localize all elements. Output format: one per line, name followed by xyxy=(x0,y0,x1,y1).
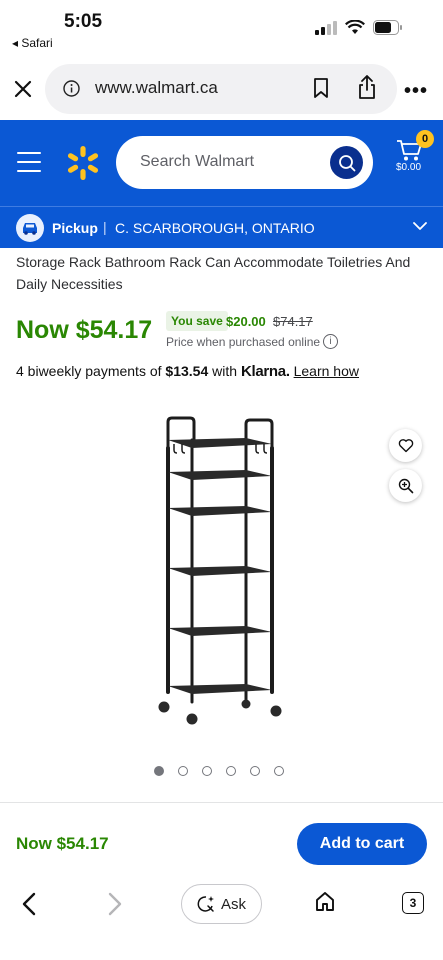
carousel-dot[interactable] xyxy=(274,766,284,776)
status-time: 5:05 xyxy=(64,11,103,32)
walmart-header: Search Walmart 0 $0.00 xyxy=(0,120,443,206)
carousel-dot[interactable] xyxy=(250,766,260,776)
heart-icon xyxy=(398,439,413,453)
price-note: Price when purchased online xyxy=(166,335,321,349)
more-options-icon[interactable]: ••• xyxy=(404,80,428,103)
save-amount: $20.00 xyxy=(226,314,266,329)
wifi-icon xyxy=(345,20,365,34)
close-icon xyxy=(14,80,32,98)
back-arrow-icon[interactable] xyxy=(20,892,38,916)
search-icon xyxy=(338,154,355,171)
browser-toolbar: Ask 3 xyxy=(0,882,443,960)
klarna-logo: Klarna. xyxy=(240,363,290,380)
zoom-in-icon xyxy=(398,478,413,493)
address-field[interactable]: www.walmart.ca xyxy=(45,64,397,114)
chevron-down-icon xyxy=(413,222,427,230)
status-bar: 5:05 ◂ Safari xyxy=(0,0,443,58)
image-carousel-dots xyxy=(154,766,284,776)
close-tab-button[interactable] xyxy=(10,76,36,102)
installment-amount: $13.54 xyxy=(165,363,209,379)
url-text: www.walmart.ca xyxy=(95,78,218,97)
product-title: Storage Rack Bathroom Rack Can Accommoda… xyxy=(16,254,411,292)
installments-prefix: 4 biweekly payments of xyxy=(16,363,162,379)
carousel-dot[interactable] xyxy=(226,766,236,776)
home-icon[interactable] xyxy=(314,890,336,912)
carousel-dot[interactable] xyxy=(154,766,164,776)
add-to-cart-button[interactable]: Add to cart xyxy=(297,823,427,865)
tabs-count-button[interactable]: 3 xyxy=(402,892,424,914)
pickup-car-icon xyxy=(16,214,44,242)
was-price: $74.17 xyxy=(273,314,313,329)
menu-icon[interactable] xyxy=(17,152,41,172)
carousel-dot[interactable] xyxy=(202,766,212,776)
ask-button[interactable]: Ask xyxy=(181,884,262,924)
bookmark-icon[interactable] xyxy=(313,77,329,99)
sticky-price: Now $54.17 xyxy=(16,834,109,853)
search-input[interactable]: Search Walmart xyxy=(116,136,373,189)
pickup-store-location: C. SCARBOROUGH, ONTARIO xyxy=(115,220,315,236)
back-to-app-link[interactable]: ◂ Safari xyxy=(12,36,53,50)
browser-url-bar: www.walmart.ca ••• xyxy=(0,58,443,120)
status-icons xyxy=(315,20,403,35)
cart-count-badge: 0 xyxy=(416,130,434,148)
you-save-badge: You save xyxy=(166,311,228,331)
current-price: Now $54.17 xyxy=(16,316,153,344)
pickup-separator: | xyxy=(103,219,107,235)
cart-total: $0.00 xyxy=(396,162,422,173)
sticky-add-to-cart-bar: Now $54.17 Add to cart xyxy=(0,802,443,882)
product-image[interactable] xyxy=(140,410,300,730)
klarna-payment-line: 4 biweekly payments of $13.54 with Klarn… xyxy=(16,363,359,380)
zoom-image-button[interactable] xyxy=(389,469,422,502)
price-info-icon[interactable]: i xyxy=(323,334,338,349)
pickup-label: Pickup xyxy=(52,220,98,236)
pickup-location-bar[interactable]: Pickup | C. SCARBOROUGH, ONTARIO xyxy=(0,206,443,248)
walmart-spark-logo[interactable] xyxy=(64,144,102,182)
ask-label: Ask xyxy=(220,895,246,913)
cellular-signal-icon xyxy=(315,20,337,35)
installments-with: with xyxy=(212,363,238,379)
site-info-icon[interactable] xyxy=(63,80,80,97)
learn-how-link[interactable]: Learn how xyxy=(294,363,359,379)
add-to-favorites-button[interactable] xyxy=(389,429,422,462)
carousel-dot[interactable] xyxy=(178,766,188,776)
forward-arrow-icon[interactable] xyxy=(106,892,124,916)
cart-button[interactable]: 0 $0.00 xyxy=(394,130,434,190)
share-icon[interactable] xyxy=(357,74,377,100)
battery-icon xyxy=(373,20,402,35)
search-button[interactable] xyxy=(330,146,363,179)
search-placeholder: Search Walmart xyxy=(140,153,255,170)
ask-sparkle-icon xyxy=(197,896,214,912)
